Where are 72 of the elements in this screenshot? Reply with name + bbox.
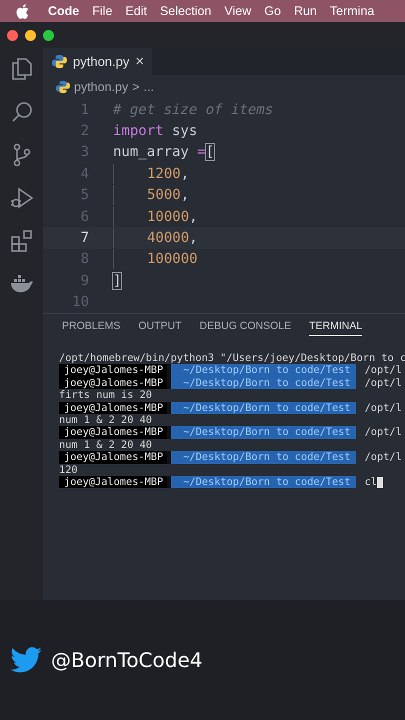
- bird-icon: [10, 647, 42, 673]
- code-line: ]: [112, 272, 122, 289]
- source-control-icon[interactable]: [12, 143, 32, 167]
- prompt-path: ~/Desktop/Born to code/Test: [167, 376, 356, 390]
- terminal-output: 120: [59, 464, 79, 476]
- terminal-command: /opt/l: [364, 402, 402, 414]
- minimize-window-button[interactable]: [25, 30, 36, 40]
- code-line: 40000,: [89, 228, 198, 248]
- terminal-command: cl: [364, 476, 377, 488]
- line-number: 3: [80, 144, 89, 160]
- line-number: 6: [80, 208, 89, 225]
- social-handle: @BornToCode4: [51, 648, 202, 672]
- menu-item[interactable]: Code: [42, 4, 80, 18]
- python-icon: [52, 54, 67, 69]
- prompt-path: ~/Desktop/Born to code/Test: [167, 451, 356, 464]
- breadcrumb-item[interactable]: python.py: [74, 80, 128, 94]
- panel-tab[interactable]: TERMINAL: [309, 316, 362, 336]
- terminal-output: firts num is 20: [59, 389, 153, 402]
- panel-tab[interactable]: PROBLEMS: [62, 317, 120, 335]
- terminal-command: /opt/l: [364, 451, 402, 464]
- extensions-icon[interactable]: [10, 230, 32, 252]
- terminal-command: /opt/l: [364, 426, 402, 439]
- python-icon: [56, 80, 70, 94]
- line-number: 8: [80, 251, 89, 268]
- line-number: 10: [71, 294, 89, 310]
- prompt-path: ~/Desktop/Born to code/Test: [167, 364, 356, 377]
- breadcrumb-item[interactable]: ...: [144, 80, 154, 94]
- code-line: 100000: [89, 249, 198, 270]
- search-icon[interactable]: [10, 101, 32, 123]
- prompt-path: ~/Desktop/Born to code/Test: [167, 426, 356, 439]
- line-number: 1: [80, 102, 89, 118]
- line-number: 9: [80, 272, 89, 289]
- code-line: 1200,: [89, 164, 190, 184]
- prompt-user: joey@Jalomes-MBP: [59, 364, 168, 377]
- code-line: import sys: [112, 123, 198, 140]
- prompt-user: joey@Jalomes-MBP: [59, 402, 168, 414]
- prompt-user: joey@Jalomes-MBP: [59, 376, 168, 390]
- prompt-path: ~/Desktop/Born to code/Test: [167, 476, 356, 488]
- close-tab-button[interactable]: ×: [135, 53, 144, 70]
- terminal-command: /opt/l: [364, 364, 402, 377]
- files-icon[interactable]: [10, 57, 32, 81]
- editor-tab[interactable]: python.py ×: [43, 48, 152, 75]
- menu-item[interactable]: Run: [294, 4, 317, 18]
- menu-item[interactable]: Selection: [160, 4, 212, 18]
- prompt-path: ~/Desktop/Born to code/Test: [167, 402, 356, 414]
- terminal-output: /opt/homebrew/bin/python3 "/Users/joey/Desktop/Born to c: [59, 352, 405, 364]
- panel-tab[interactable]: OUTPUT: [138, 317, 182, 335]
- close-window-button[interactable]: [7, 30, 18, 40]
- line-number: 5: [80, 187, 89, 204]
- code-line: num_array =[: [112, 144, 214, 160]
- prompt-user: joey@Jalomes-MBP: [59, 426, 168, 439]
- apple-icon[interactable]: [16, 4, 29, 18]
- run-debug-icon[interactable]: [10, 187, 34, 209]
- prompt-user: joey@Jalomes-MBP: [59, 476, 168, 488]
- breadcrumb-separator: >: [132, 80, 140, 94]
- menu-item[interactable]: Edit: [125, 4, 147, 18]
- menu-item[interactable]: Termina: [330, 4, 374, 18]
- panel-tab[interactable]: DEBUG CONSOLE: [200, 317, 292, 335]
- line-number: 7: [80, 230, 89, 246]
- menu-item[interactable]: File: [92, 4, 112, 18]
- code-line: 5000,: [89, 185, 190, 206]
- code-line: # get size of items: [112, 102, 274, 118]
- zoom-window-button[interactable]: [43, 30, 54, 40]
- menu-item[interactable]: View: [224, 4, 252, 18]
- terminal-command: /opt/l: [364, 376, 402, 390]
- line-number: 2: [80, 123, 89, 140]
- terminal-output: num 1 & 2 20 40: [59, 438, 153, 452]
- line-number: 4: [80, 166, 89, 182]
- prompt-user: joey@Jalomes-MBP: [59, 451, 168, 464]
- whale-icon[interactable]: [10, 275, 34, 293]
- terminal-output: num 1 & 2 20 40: [59, 414, 153, 426]
- menu-item[interactable]: Go: [264, 4, 281, 18]
